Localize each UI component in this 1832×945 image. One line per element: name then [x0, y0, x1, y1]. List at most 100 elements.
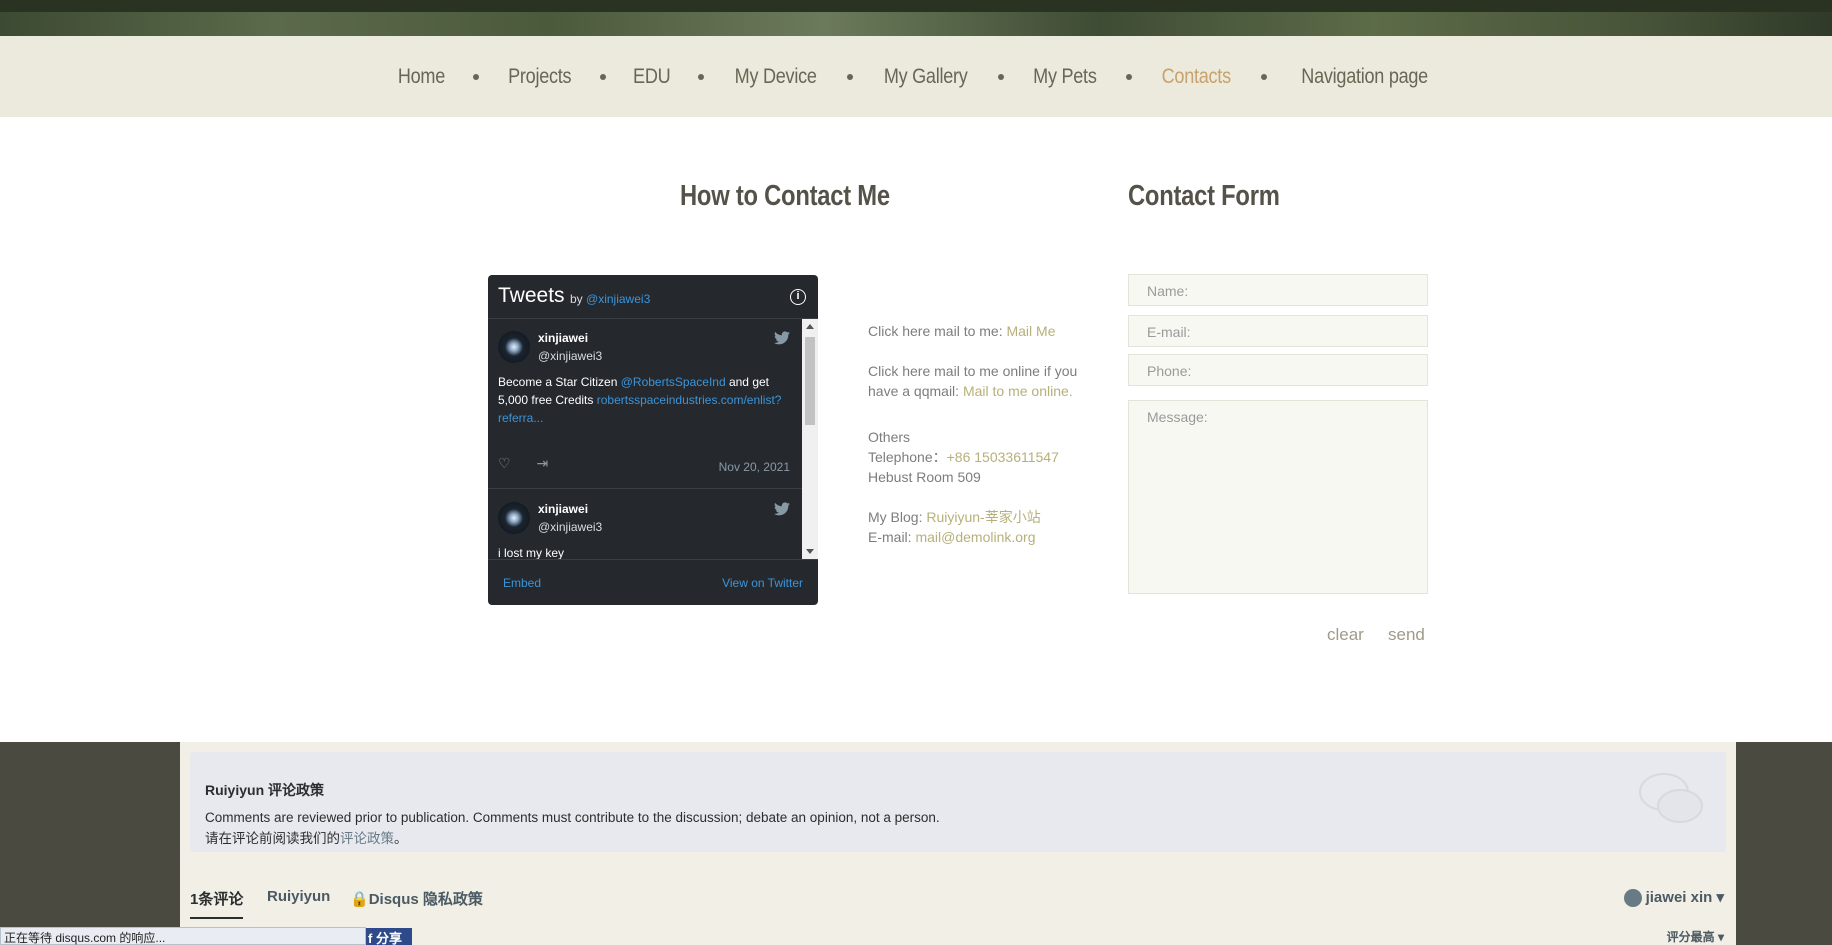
scroll-up-icon[interactable]	[806, 324, 814, 329]
twitter-bird-icon[interactable]	[774, 502, 790, 516]
nav-separator-dot	[697, 73, 704, 80]
tab-comments[interactable]: 1条评论	[190, 888, 244, 919]
browser-status-bar: 正在等待 disqus.com 的响应...	[0, 927, 366, 945]
nav-separator-dot	[998, 73, 1005, 80]
form-heading: Contact Form	[1128, 180, 1280, 212]
email-placeholder: E-mail:	[1147, 324, 1191, 340]
nav-my-gallery[interactable]: My Gallery	[884, 65, 968, 89]
nav-projects[interactable]: Projects	[508, 65, 571, 89]
disqus-section: Ruiyiyun 评论政策 Comments are reviewed prio…	[180, 742, 1736, 945]
tweet-text-prefix: Become a Star Citizen	[498, 375, 621, 389]
nav-my-pets[interactable]: My Pets	[1034, 65, 1098, 89]
speech-bubble-icon	[1638, 770, 1704, 828]
send-button[interactable]: send	[1388, 625, 1425, 645]
scroll-down-icon[interactable]	[806, 549, 814, 554]
policy-text-line2: 请在评论前阅读我们的评论政策。	[205, 828, 940, 849]
policy-line2-prefix: 请在评论前阅读我们的	[205, 831, 340, 846]
mail-me-prefix: Click here mail to me:	[868, 323, 1007, 339]
info-icon[interactable]: i	[790, 289, 806, 305]
contact-heading: How to Contact Me	[680, 180, 890, 212]
user-name: jiawei xin	[1645, 889, 1713, 906]
nav-my-device[interactable]: My Device	[734, 65, 816, 89]
facebook-icon: f	[368, 931, 373, 945]
phone-placeholder: Phone:	[1147, 363, 1192, 379]
privacy-label: Disqus 隐私政策	[368, 891, 483, 908]
twitter-feed: xinjiawei @xinjiawei3 Become a Star Citi…	[488, 319, 802, 559]
nav-separator-dot	[847, 73, 854, 80]
telephone-line: Telephone：+86 15033611547	[868, 447, 1059, 467]
avatar[interactable]	[498, 331, 530, 363]
name-field[interactable]: Name:	[1128, 274, 1428, 306]
blog-link[interactable]: Ruiyiyun-莘家小站	[926, 509, 1040, 525]
twitter-handle-link[interactable]: @xinjiawei3	[586, 292, 650, 306]
mail-me-link[interactable]: Mail Me	[1006, 323, 1055, 339]
twitter-bird-icon[interactable]	[774, 331, 790, 345]
nav-separator-dot	[472, 73, 479, 80]
comment-policy-link[interactable]: 评论政策	[340, 831, 394, 846]
twitter-by: by @xinjiawei3	[570, 292, 650, 306]
twitter-scrollbar[interactable]	[802, 319, 818, 559]
blog-line: My Blog: Ruiyiyun-莘家小站	[868, 507, 1041, 527]
others-label: Others	[868, 429, 911, 445]
twitter-timeline-widget: Tweets by @xinjiawei3 i xinjiawei @xinji…	[488, 275, 818, 605]
tweet-mention-link[interactable]: @RobertsSpaceInd	[621, 375, 726, 389]
banner-strip	[0, 0, 1832, 12]
embed-link[interactable]: Embed	[503, 576, 541, 590]
tweet-actions: ♡ ⇥	[498, 455, 570, 472]
sort-dropdown[interactable]: 评分最高 ▾	[1667, 928, 1724, 945]
nav-navigation-page[interactable]: Navigation page	[1301, 65, 1428, 89]
tab-community[interactable]: Ruiyiyun	[267, 888, 330, 905]
message-field[interactable]: Message:	[1128, 400, 1428, 594]
page: Home Projects EDU My Device My Gallery M…	[0, 0, 1832, 945]
header-banner	[0, 0, 1832, 36]
tweet-text: i lost my key	[498, 544, 788, 559]
tweet-author-name[interactable]: xinjiawei	[538, 502, 588, 516]
mail-me-line: Click here mail to me: Mail Me	[868, 321, 1056, 341]
tweet[interactable]: xinjiawei @xinjiawei3 i lost my key	[488, 490, 802, 559]
name-placeholder: Name:	[1147, 283, 1189, 299]
heart-icon[interactable]: ♡	[498, 455, 511, 472]
phone-field[interactable]: Phone:	[1128, 354, 1428, 386]
tweet-author-name[interactable]: xinjiawei	[538, 331, 588, 345]
facebook-share-button[interactable]: f 分享	[364, 928, 412, 945]
clear-button[interactable]: clear	[1327, 625, 1364, 645]
email-field[interactable]: E-mail:	[1128, 315, 1428, 347]
policy-line2-suffix: 。	[394, 831, 408, 846]
scroll-thumb[interactable]	[805, 337, 815, 425]
nav-edu[interactable]: EDU	[633, 65, 671, 89]
policy-title: Ruiyiyun 评论政策	[205, 782, 325, 798]
share-label: 分享	[375, 931, 402, 945]
blog-block: My Blog: Ruiyiyun-莘家小站 E-mail: mail@demo…	[868, 507, 1041, 547]
tweet-date[interactable]: Nov 20, 2021	[719, 460, 790, 474]
tab-privacy[interactable]: 🔒Disqus 隐私政策	[350, 888, 483, 909]
lock-icon: 🔒	[350, 891, 369, 908]
telephone-label: Telephone：	[868, 449, 947, 465]
mail-online-link[interactable]: Mail to me online.	[963, 383, 1073, 399]
view-on-twitter-link[interactable]: View on Twitter	[722, 576, 803, 590]
chevron-down-icon: ▾	[1717, 930, 1724, 944]
mail-online-prefix: have a qqmail:	[868, 383, 963, 399]
avatar[interactable]	[498, 502, 530, 534]
comment-policy-box: Ruiyiyun 评论政策 Comments are reviewed prio…	[190, 752, 1726, 852]
mail-online-line2: have a qqmail: Mail to me online.	[868, 381, 1077, 401]
nav-separator-dot	[1260, 73, 1267, 80]
user-menu[interactable]: jiawei xin ▾	[1623, 888, 1724, 908]
nav-contacts[interactable]: Contacts	[1162, 65, 1231, 89]
main-nav: Home Projects EDU My Device My Gallery M…	[0, 36, 1832, 117]
tweet-text: Become a Star Citizen @RobertsSpaceInd a…	[498, 373, 788, 427]
tweet[interactable]: xinjiawei @xinjiawei3 Become a Star Citi…	[488, 319, 802, 489]
others-block: Others Telephone：+86 15033611547 Hebust …	[868, 427, 1059, 487]
address: Hebust Room 509	[868, 469, 981, 485]
chevron-down-icon: ▾	[1716, 889, 1724, 906]
message-placeholder: Message:	[1147, 409, 1208, 425]
twitter-footer: Embed View on Twitter	[488, 559, 818, 605]
nav-home[interactable]: Home	[398, 65, 445, 89]
sort-label: 评分最高	[1666, 930, 1715, 944]
email-label: E-mail:	[868, 529, 916, 545]
tweet-author-handle[interactable]: @xinjiawei3	[538, 349, 602, 363]
twitter-by-label: by	[570, 292, 583, 306]
telephone-link[interactable]: +86 15033611547	[947, 449, 1059, 465]
email-link[interactable]: mail@demolink.org	[915, 529, 1035, 545]
share-icon[interactable]: ⇥	[536, 455, 548, 472]
tweet-author-handle[interactable]: @xinjiawei3	[538, 520, 602, 534]
